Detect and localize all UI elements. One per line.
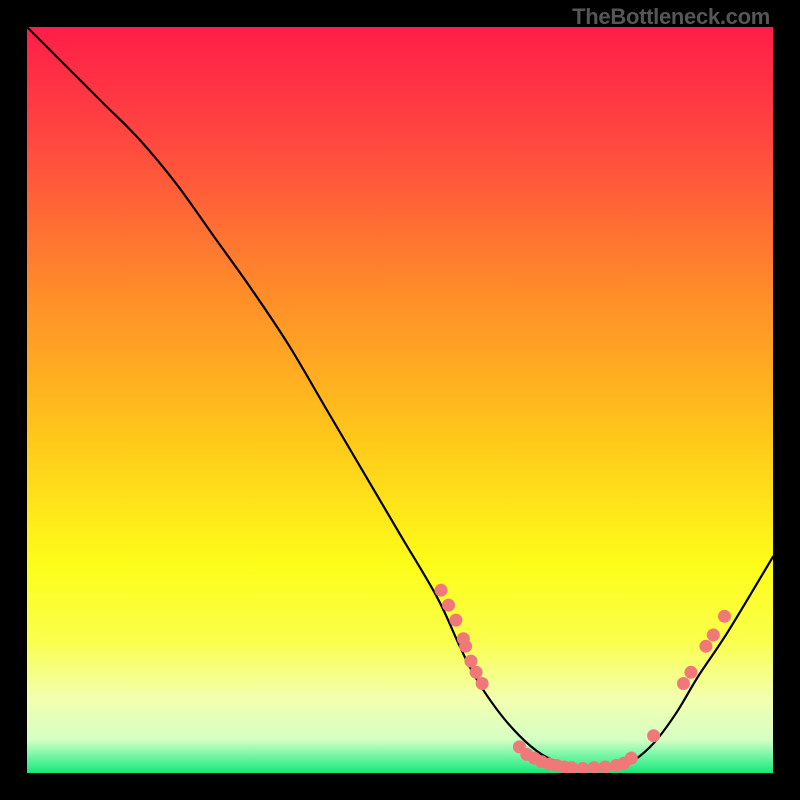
data-point bbox=[459, 640, 472, 653]
data-point bbox=[684, 666, 697, 679]
chart-svg bbox=[27, 27, 773, 773]
data-point bbox=[647, 729, 660, 742]
data-point bbox=[625, 752, 638, 765]
watermark-text: TheBottleneck.com bbox=[572, 4, 770, 30]
plot-area bbox=[27, 27, 773, 773]
data-point bbox=[449, 614, 462, 627]
data-point bbox=[435, 584, 448, 597]
data-point bbox=[718, 610, 731, 623]
data-point bbox=[476, 677, 489, 690]
data-point bbox=[707, 629, 720, 642]
data-point bbox=[599, 761, 612, 774]
data-point bbox=[699, 640, 712, 653]
data-point bbox=[470, 666, 483, 679]
chart-frame: TheBottleneck.com bbox=[0, 0, 800, 800]
data-point bbox=[442, 599, 455, 612]
data-point bbox=[464, 655, 477, 668]
data-point bbox=[677, 677, 690, 690]
